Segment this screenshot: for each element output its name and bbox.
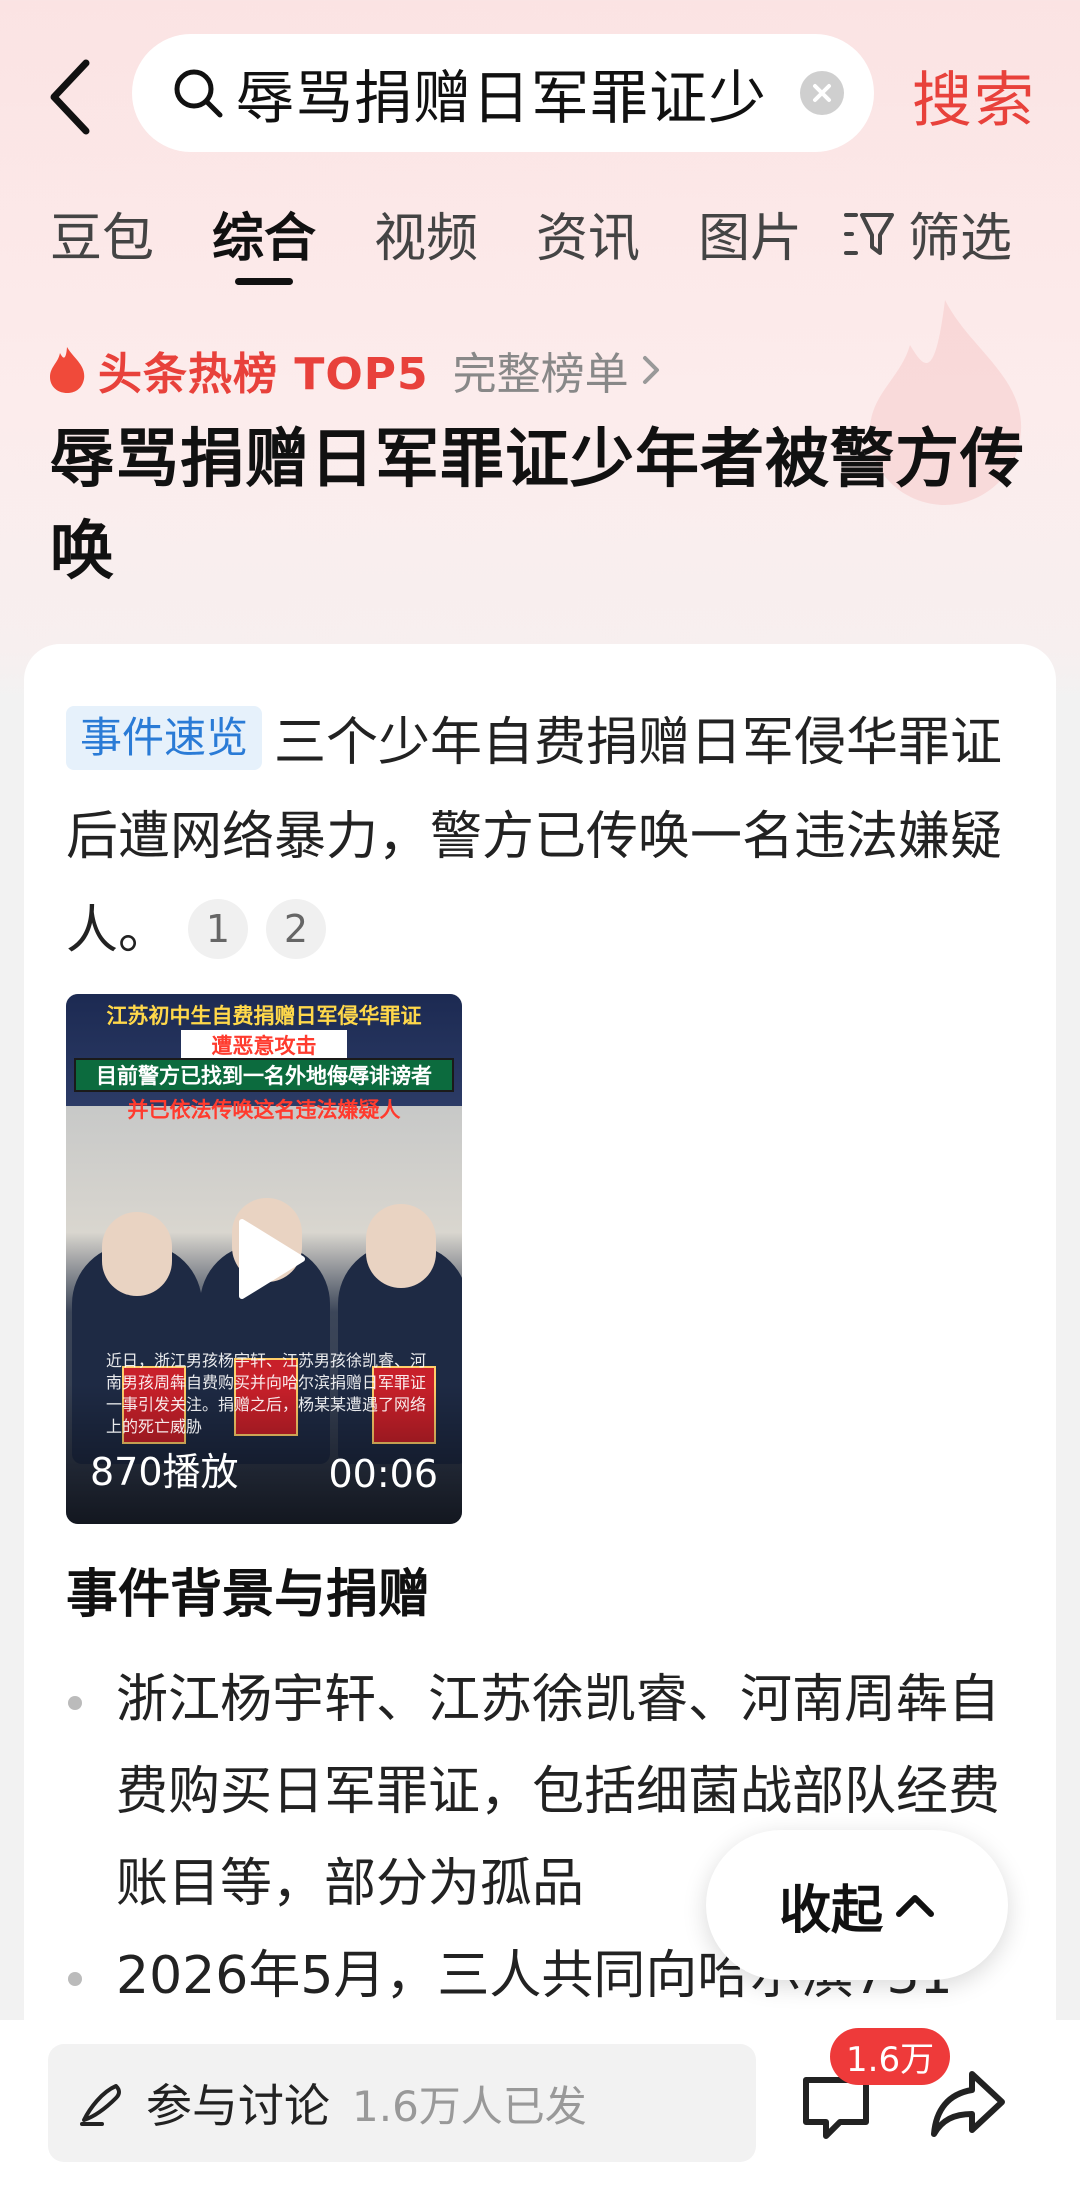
- back-button[interactable]: [48, 52, 108, 142]
- citation-2[interactable]: 2: [266, 899, 327, 959]
- top-bar: 辱骂捐赠日军罪证少 搜索: [0, 0, 1080, 190]
- video-caption-3: 目前警方已找到一名外地侮辱诽谤者: [74, 1058, 454, 1092]
- collapse-button[interactable]: 收起: [706, 1830, 1008, 1980]
- tab-doubao[interactable]: 豆包: [50, 196, 154, 271]
- bottom-bar: 参与讨论 1.6万人已发 1.6万: [0, 2020, 1080, 2200]
- page-title[interactable]: 辱骂捐赠日军罪证少年者被警方传唤: [50, 414, 1040, 598]
- citation-1[interactable]: 1: [188, 899, 249, 959]
- chevron-up-icon: [896, 1895, 934, 1917]
- video-person-head: [366, 1204, 436, 1288]
- discussion-label: 参与讨论: [146, 2079, 330, 2133]
- search-icon: [174, 69, 223, 118]
- discussion-input[interactable]: 参与讨论 1.6万人已发: [48, 2044, 756, 2162]
- play-icon: [239, 1219, 305, 1299]
- chevron-right-icon: [642, 356, 659, 384]
- video-subtitle: 近日，浙江男孩杨宇轩、江苏男孩徐凯睿、河南男孩周犇自费购买并向哈尔滨捐赠日军罪证…: [106, 1351, 427, 1436]
- video-caption-4: 并已依法传唤这名违法嫌疑人: [127, 1098, 401, 1122]
- video-duration: 00:06: [328, 1452, 438, 1496]
- share-icon[interactable]: [928, 2068, 1008, 2140]
- video-caption-2: 遭恶意攻击: [181, 1030, 347, 1060]
- back-arrow-icon: [50, 59, 90, 135]
- tab-news[interactable]: 资讯: [536, 196, 640, 271]
- event-summary: 事件速览 三个少年自费捐赠日军侵华罪证后遭网络暴力，警方已传唤一名违法嫌疑人。 1 2: [66, 696, 1016, 978]
- video-caption-1: 江苏初中生自费捐赠日军侵华罪证: [106, 1004, 422, 1028]
- full-rank-link[interactable]: 完整榜单: [453, 338, 665, 402]
- video-person-head: [102, 1212, 172, 1296]
- section-title: 事件背景与捐赠: [66, 1565, 431, 1625]
- video-play-count: 870播放: [90, 1450, 239, 1494]
- full-rank-label: 完整榜单: [452, 349, 629, 400]
- pen-icon: [80, 2084, 121, 2126]
- search-query: 辱骂捐赠日军罪证少: [236, 64, 768, 132]
- hot-rank-label: 头条热榜 TOP5: [98, 349, 429, 400]
- discussion-count: 1.6万人已发: [352, 2081, 587, 2131]
- tab-images[interactable]: 图片: [698, 196, 802, 271]
- flame-icon: [50, 347, 85, 393]
- clear-icon[interactable]: [800, 71, 844, 115]
- filter-label: 筛选: [908, 209, 1013, 269]
- filter-button[interactable]: 筛选: [842, 196, 1012, 271]
- search-button[interactable]: 搜索: [912, 52, 1036, 139]
- tab-general[interactable]: 综合: [212, 196, 316, 271]
- video-thumbnail[interactable]: 江苏初中生自费捐赠日军侵华罪证 遭恶意攻击 目前警方已找到一名外地侮辱诽谤者 并…: [66, 994, 462, 1524]
- hot-rank-header: 头条热榜 TOP5 完整榜单: [46, 338, 665, 402]
- collapse-label: 收起: [778, 1880, 883, 1941]
- filter-icon: [844, 212, 894, 255]
- search-input[interactable]: 辱骂捐赠日军罪证少: [132, 34, 874, 152]
- event-tag: 事件速览: [66, 706, 263, 770]
- tab-video[interactable]: 视频: [374, 196, 478, 271]
